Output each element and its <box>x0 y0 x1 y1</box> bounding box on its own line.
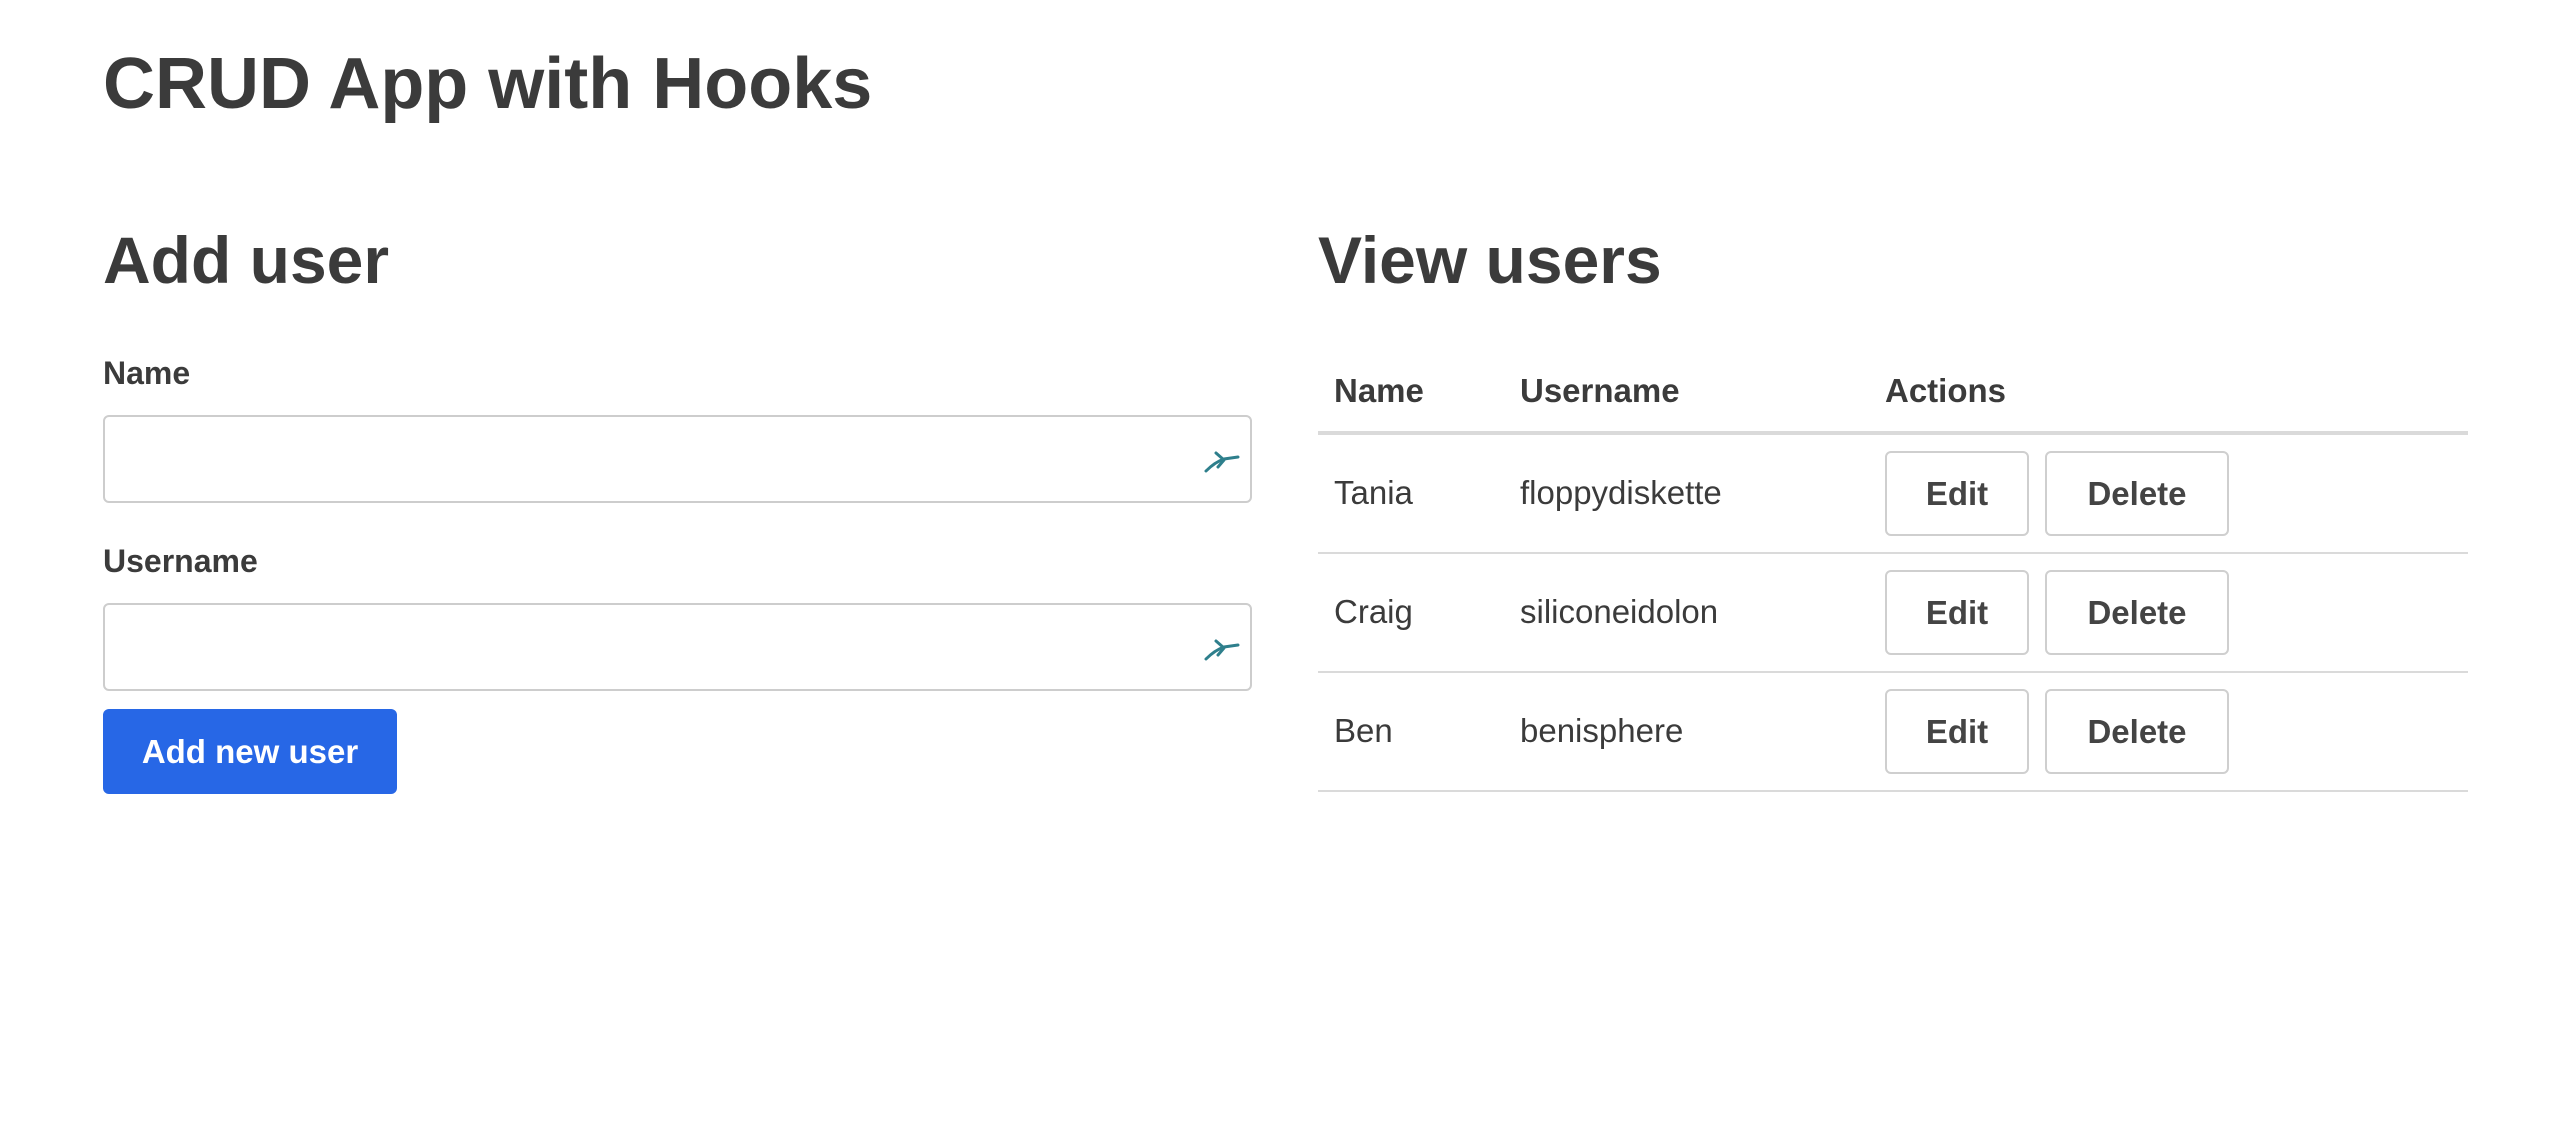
table-row: Tania floppydiskette Edit Delete <box>1318 435 2468 554</box>
view-users-heading: View users <box>1318 223 1662 297</box>
column-header-name: Name <box>1334 372 1424 409</box>
table-header: Name Username Actions <box>1318 355 2468 435</box>
user-name-cell: Tania <box>1334 474 1413 511</box>
table-row: Craig siliconeidolon Edit Delete <box>1318 554 2468 673</box>
username-input[interactable] <box>105 605 1250 689</box>
user-name-cell: Ben <box>1334 712 1393 749</box>
delete-button[interactable]: Delete <box>2045 689 2229 774</box>
name-label: Name <box>103 355 191 391</box>
users-table: Name Username Actions Tania floppydisket… <box>1318 355 2468 792</box>
password-manager-bird-icon[interactable] <box>1202 633 1242 665</box>
edit-button[interactable]: Edit <box>1885 451 2029 536</box>
app-root: CRUD App with Hooks Add user Name Userna… <box>0 0 2564 1136</box>
username-label: Username <box>103 543 258 579</box>
password-manager-bird-icon[interactable] <box>1202 445 1242 477</box>
user-username-cell: benisphere <box>1520 712 1684 749</box>
name-field[interactable] <box>103 415 1252 503</box>
user-username-cell: siliconeidolon <box>1520 593 1719 630</box>
username-field[interactable] <box>103 603 1252 691</box>
table-row: Ben benisphere Edit Delete <box>1318 673 2468 792</box>
column-header-username: Username <box>1520 372 1680 409</box>
delete-button[interactable]: Delete <box>2045 570 2229 655</box>
add-new-user-button[interactable]: Add new user <box>103 709 397 794</box>
delete-button[interactable]: Delete <box>2045 451 2229 536</box>
page-title: CRUD App with Hooks <box>103 44 873 124</box>
column-header-actions: Actions <box>1885 372 2007 409</box>
edit-button[interactable]: Edit <box>1885 689 2029 774</box>
name-input[interactable] <box>105 417 1250 501</box>
add-user-heading: Add user <box>103 223 390 297</box>
user-name-cell: Craig <box>1334 593 1413 630</box>
user-username-cell: floppydiskette <box>1520 474 1722 511</box>
edit-button[interactable]: Edit <box>1885 570 2029 655</box>
